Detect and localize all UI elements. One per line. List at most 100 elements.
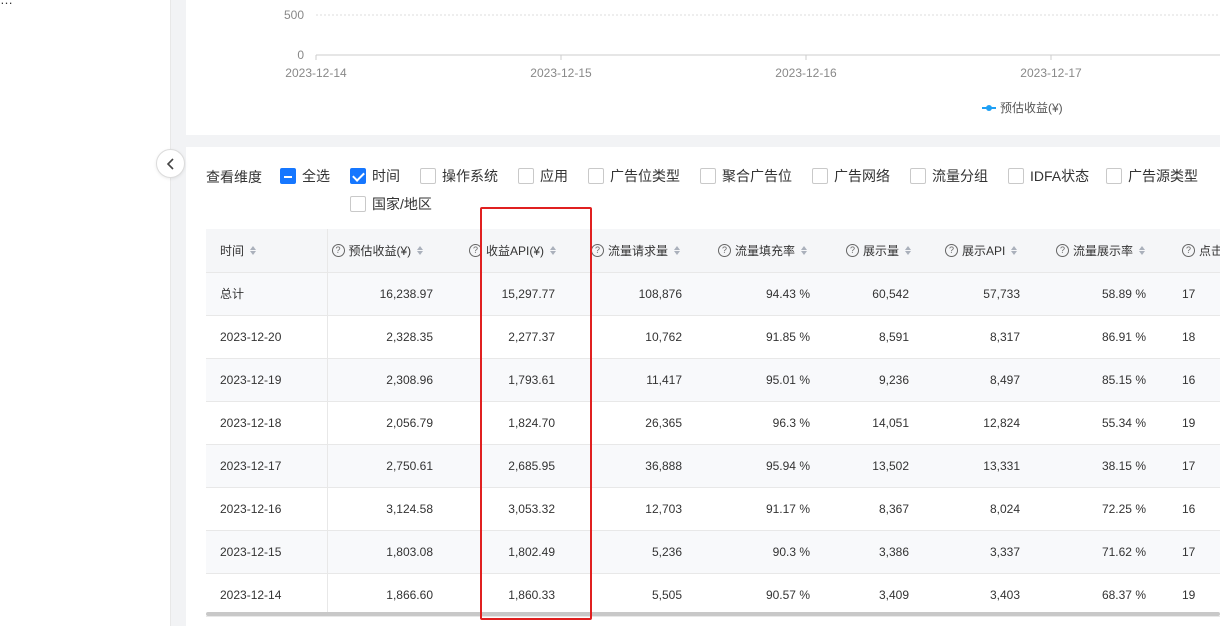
table-cell: 86.91 % [1052,315,1178,359]
dimension-option-label: 国家/地区 [372,196,432,212]
table-cell: 8,591 [842,315,941,359]
checkbox[interactable] [420,168,436,184]
checkbox[interactable] [910,168,926,184]
help-icon[interactable]: ? [846,243,859,257]
sort-icon[interactable] [1011,245,1018,255]
table-cell: 2,056.79 [327,401,465,445]
column-header[interactable]: ? 流量填充率 [714,229,842,273]
table-cell: 8,497 [941,358,1052,402]
sort-icon[interactable] [674,245,681,255]
sort-icon[interactable] [250,245,257,255]
table-cell: 2,685.95 [465,444,587,488]
checkbox[interactable] [350,168,366,184]
table-cell: 5,505 [587,573,714,617]
table-row: 2023-12-16 3,124.58 3,053.32 12,703 91.17 % 8… [206,487,1220,531]
column-header[interactable]: ? 流量展示率 [1052,229,1178,273]
table-row: 2023-12-19 2,308.96 1,793.61 11,417 95.01 % 9… [206,358,1220,402]
dimension-option[interactable]: 广告源类型 [1106,166,1198,186]
sort-icon[interactable] [1139,245,1146,255]
table-cell: 71.62 % [1052,530,1178,574]
total-row: 总计 16,238.97 15,297.77 108,876 94.43 % 60,542… [206,272,1220,316]
collapse-sidebar-button[interactable] [156,149,185,178]
help-icon[interactable]: ? [945,243,958,257]
chart-legend[interactable]: 预估收益(¥) [982,99,1063,116]
dimension-option[interactable]: 时间 [350,166,400,186]
help-icon[interactable]: ? [469,243,482,257]
table-cell: 91.17 % [714,487,842,531]
table-cell: 16 [1178,358,1220,402]
table-cell: 95.94 % [714,444,842,488]
table-cell: 3,409 [842,573,941,617]
sort-icon[interactable] [801,245,808,255]
checkbox[interactable] [518,168,534,184]
column-header-label: 时间 [220,243,245,258]
table-cell: 3,403 [941,573,1052,617]
table-cell: 68.37 % [1052,573,1178,617]
column-header[interactable]: ? 收益API(¥) [465,229,587,273]
table-cell: 3,386 [842,530,941,574]
column-header[interactable]: ? 展示API [941,229,1052,273]
dimension-option[interactable]: 广告位类型 [588,166,680,186]
column-header[interactable]: ? 流量请求量 [587,229,714,273]
help-icon[interactable]: ? [1056,243,1069,257]
checkbox[interactable] [1106,168,1122,184]
table-cell: 2023-12-16 [206,487,328,531]
dimension-option-label: 时间 [372,168,400,184]
sort-icon[interactable] [417,245,424,255]
table-cell: 1,824.70 [465,401,587,445]
dimension-option[interactable]: 流量分组 [910,166,988,186]
horizontal-scrollbar[interactable] [206,612,1220,616]
help-icon[interactable]: ? [1182,243,1195,257]
help-icon[interactable]: ? [718,243,731,257]
dimension-option-label: 流量分组 [932,168,988,184]
checkbox[interactable] [350,196,366,212]
column-header[interactable]: 时间 [206,229,328,273]
dimension-option[interactable]: 应用 [518,166,568,186]
table-cell: 3,053.32 [465,487,587,531]
dimension-option[interactable]: 全选 [280,166,330,186]
sort-icon[interactable] [905,245,912,255]
checkbox[interactable] [1008,168,1024,184]
help-icon[interactable]: ? [591,243,604,257]
table-row: 2023-12-18 2,056.79 1,824.70 26,365 96.3 % 14… [206,401,1220,445]
column-header-label: 流量填充率 [735,243,796,258]
table-cell: 总计 [206,272,328,316]
dimension-option[interactable]: IDFA状态 [1008,166,1089,186]
table-cell: 2023-12-17 [206,444,328,488]
table-cell: 2023-12-14 [206,573,328,617]
checkbox[interactable] [588,168,604,184]
dimension-option-label: 聚合广告位 [722,168,792,184]
table-cell: 90.57 % [714,573,842,617]
dimension-option-label: 应用 [540,168,568,184]
help-icon[interactable]: ? [331,243,345,257]
checkbox[interactable] [700,168,716,184]
table-cell: 96.3 % [714,401,842,445]
table-cell: 57,733 [941,272,1052,316]
x-tick-label: 2023-12-17 [1020,66,1082,80]
dimension-option[interactable]: 聚合广告位 [700,166,792,186]
column-header-label: 点击 [1199,243,1220,258]
sort-icon[interactable] [550,245,557,255]
table-cell: 19 [1178,573,1220,617]
column-header-label: 展示API [962,243,1006,258]
table-cell: 1,803.08 [327,530,465,574]
checkbox[interactable] [280,168,296,184]
column-header-label: 流量请求量 [608,243,669,258]
dimension-option[interactable]: 国家/地区 [350,194,432,214]
table-cell: 17 [1178,444,1220,488]
column-header[interactable]: ? 预估收益(¥) [327,229,465,273]
dimension-option[interactable]: 操作系统 [420,166,498,186]
table-cell: 13,331 [941,444,1052,488]
dimension-option[interactable]: 广告网络 [812,166,890,186]
dimension-option-label: 全选 [302,168,330,184]
column-header[interactable]: ? 展示量 [842,229,941,273]
table-cell: 2023-12-15 [206,530,328,574]
table-header-row: 时间 ? 预估收益(¥)? 收益API(¥)? 流量请求量? 流量填充率 ? 展示量? 展示AP… [206,229,1220,273]
column-header[interactable]: ? 点击 [1178,229,1220,273]
checkbox[interactable] [812,168,828,184]
dimension-option-label: 广告网络 [834,168,890,184]
dimension-option-label: 广告源类型 [1128,168,1198,184]
table-cell: 8,317 [941,315,1052,359]
table-cell: 1,802.49 [465,530,587,574]
table-cell: 60,542 [842,272,941,316]
